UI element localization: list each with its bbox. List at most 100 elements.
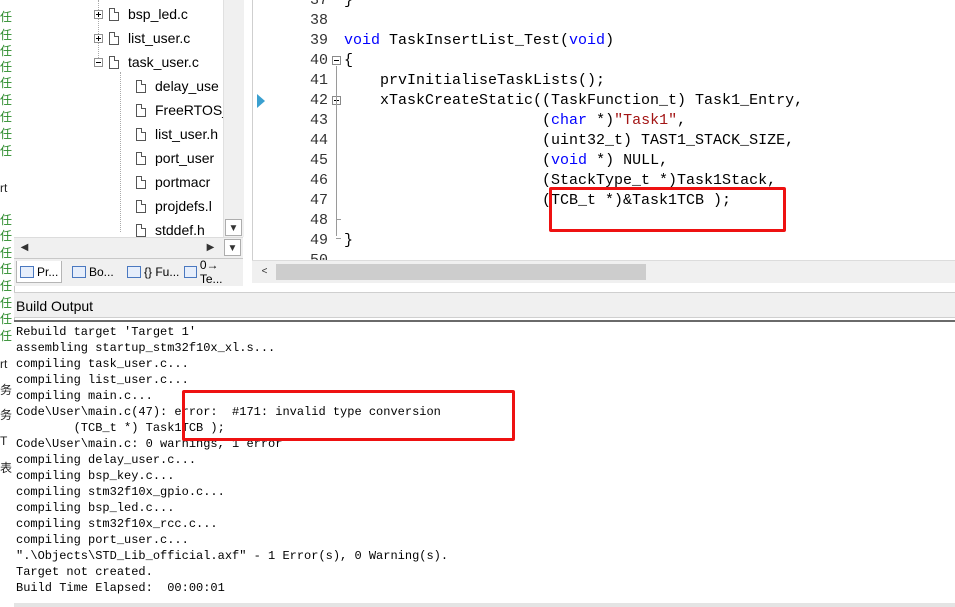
line-number: 38 — [309, 12, 328, 29]
header-file-icon — [136, 199, 146, 213]
tree-item-label: portmacr — [155, 174, 211, 190]
strip-char: 任 — [0, 329, 13, 343]
tree-item[interactable]: stddef.h — [136, 219, 205, 237]
line-number: 49 — [309, 232, 328, 249]
c-file-icon — [109, 31, 119, 45]
strip-char: rt — [0, 357, 8, 371]
code-line[interactable]: } — [344, 231, 353, 251]
templates-icon — [184, 266, 197, 278]
scroll-right-icon[interactable]: ▶ — [202, 239, 219, 256]
line-number: 43 — [309, 112, 328, 129]
header-file-icon — [136, 151, 146, 165]
build-log-line: compiling stm32f10x_rcc.c... — [16, 517, 218, 531]
line-number: 41 — [309, 72, 328, 89]
project-tree[interactable]: bsp_led.c list_user.c task_user.c delay_use… — [14, 0, 244, 237]
tree-item-label: port_user — [155, 150, 215, 166]
line-number: 37 — [309, 0, 328, 9]
strip-char: 任 — [0, 28, 13, 42]
code-line[interactable]: } — [344, 0, 353, 11]
strip-char: 任 — [0, 312, 13, 326]
header-file-icon — [136, 175, 146, 189]
tree-item-label: stddef.h — [155, 222, 205, 237]
build-output-header: Build Output — [14, 292, 955, 318]
strip-char: 任 — [0, 110, 13, 124]
line-number: 45 — [309, 152, 328, 169]
tree-item-label: projdefs.l — [155, 198, 212, 214]
tab-3[interactable]: 0→ Te... — [181, 258, 243, 286]
tree-item[interactable]: delay_use — [136, 75, 219, 97]
tree-item-label: delay_use — [155, 78, 219, 94]
tree-item[interactable]: projdefs.l — [136, 195, 212, 217]
strip-char: rt — [0, 181, 8, 195]
tree-vertical-scrollbar[interactable]: ▼ — [223, 0, 244, 237]
code-line[interactable]: prvInitialiseTaskLists(); — [344, 71, 605, 91]
build-log-line: Build Time Elapsed: 00:00:01 — [16, 581, 225, 595]
strip-char: 任 — [0, 296, 13, 310]
line-number: 50 — [305, 251, 328, 260]
strip-char: 任 — [0, 76, 13, 90]
strip-char: 任 — [0, 93, 13, 107]
strip-char: 任 — [0, 246, 13, 260]
expand-plus-icon[interactable] — [94, 9, 103, 19]
expand-plus-icon[interactable] — [94, 33, 103, 43]
scroll-corner-down-button[interactable]: ▼ — [224, 239, 241, 256]
build-output-log[interactable]: Rebuild target 'Target 1' assembling star… — [14, 320, 955, 603]
left-document-strip: 任任任任任任任任任 rt 任任任任任任任任 rt 务务 T 表 — [0, 0, 15, 607]
line-number: 40 — [309, 52, 328, 69]
code-line[interactable]: { — [344, 51, 353, 71]
strip-char: 任 — [0, 144, 13, 158]
bottom-scrollbar[interactable] — [14, 603, 955, 607]
scroll-thumb[interactable] — [276, 264, 646, 280]
strip-char: 任 — [0, 10, 13, 24]
build-log-line: ".\Objects\STD_Lib_official.axf" - 1 Err… — [16, 549, 449, 563]
build-log-line: compiling list_user.c... — [16, 373, 189, 387]
code-line[interactable]: (void *) NULL, — [344, 151, 668, 171]
build-log-line: compiling task_user.c... — [16, 357, 189, 371]
collapse-minus-icon[interactable] — [94, 57, 103, 67]
line-number: 46 — [309, 172, 328, 189]
strip-char: 任 — [0, 127, 13, 141]
functions-icon — [127, 266, 141, 278]
strip-char: 务 — [0, 383, 13, 397]
tree-item-label: list_user.h — [155, 126, 219, 142]
tree-item[interactable]: FreeRTOS_ — [136, 99, 230, 121]
scroll-down-button[interactable]: ▼ — [225, 219, 242, 236]
strip-char: 任 — [0, 262, 13, 276]
line-number: 47 — [309, 192, 328, 209]
tab-label: Bo... — [89, 265, 114, 279]
tree-item[interactable]: portmacr — [136, 171, 210, 193]
c-file-icon — [109, 7, 119, 21]
code-line[interactable]: (uint32_t) TAST1_STACK_SIZE, — [344, 131, 794, 151]
tree-item[interactable]: bsp_led.c — [94, 3, 188, 25]
tab-1[interactable]: Bo... — [69, 261, 117, 283]
line-number: 48 — [309, 212, 328, 229]
build-log-line: compiling bsp_led.c... — [16, 501, 175, 515]
tree-item[interactable]: list_user.h — [136, 123, 218, 145]
strip-char: 任 — [0, 60, 13, 74]
scroll-left-icon[interactable]: < — [256, 263, 273, 280]
tree-item-label: list_user.c — [128, 30, 191, 46]
tab-2[interactable]: {} Fu... — [124, 261, 182, 283]
fold-toggle-icon[interactable] — [332, 56, 341, 65]
scroll-left-icon[interactable]: ◀ — [16, 239, 33, 256]
tree-item[interactable]: list_user.c — [94, 27, 190, 49]
tree-item-label: bsp_led.c — [128, 6, 188, 22]
header-file-icon — [136, 103, 146, 117]
strip-char: 任 — [0, 44, 13, 58]
tree-horizontal-scrollbar[interactable]: ◀ ▶ ▼ — [14, 237, 243, 258]
tree-item[interactable]: port_user — [136, 147, 214, 169]
line-number: 39 — [309, 32, 328, 49]
strip-char: 务 — [0, 408, 13, 422]
tab-0[interactable]: Pr... — [16, 261, 63, 283]
strip-char: 任 — [0, 213, 13, 227]
build-log-line: compiling stm32f10x_gpio.c... — [16, 485, 225, 499]
editor-horizontal-scrollbar[interactable]: < — [252, 260, 955, 283]
strip-char: 任 — [0, 279, 13, 293]
build-log-line: Target not created. — [16, 565, 153, 579]
build-log-line: compiling port_user.c... — [16, 533, 189, 547]
code-line[interactable]: xTaskCreateStatic((TaskFunction_t) Task1… — [344, 91, 803, 111]
tab-label: {} Fu... — [144, 265, 180, 279]
tree-item[interactable]: task_user.c — [94, 51, 199, 73]
code-line[interactable]: void TaskInsertList_Test(void) — [344, 31, 614, 51]
code-line[interactable]: (char *)"Task1", — [344, 111, 686, 131]
